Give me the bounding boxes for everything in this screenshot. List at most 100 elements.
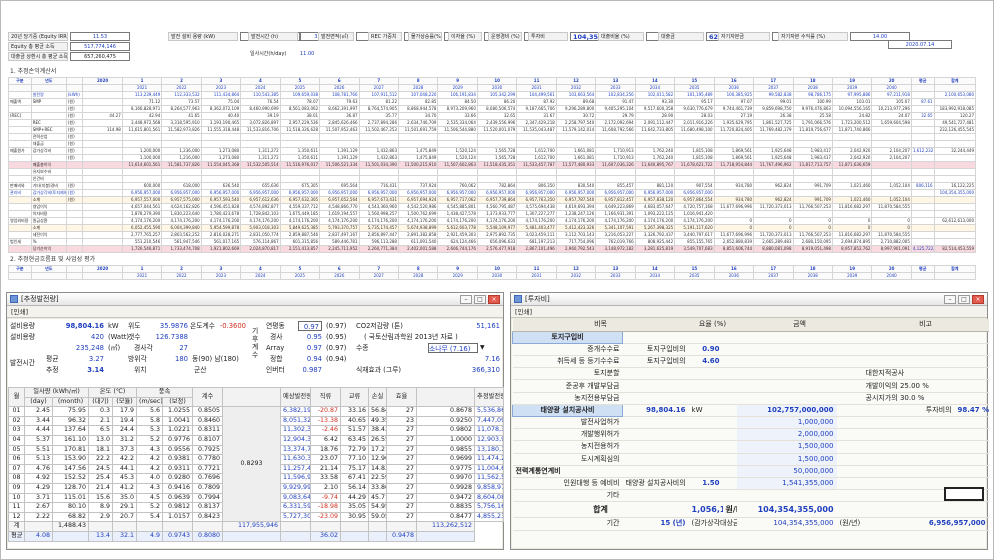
year-cell: 2038: [792, 272, 833, 280]
amount-cell[interactable]: [736, 392, 837, 405]
rate-value[interactable]: [688, 489, 723, 503]
monthly-total-row: 계 1,488.43 117,955,946 113,262,512: [8, 521, 504, 532]
generation-parameters: 설비용량 98,804.16 kW 위도 35.9876 온도계수 -0.360…: [8, 319, 504, 387]
rate-value[interactable]: 4.60: [688, 355, 723, 369]
monthly-cell: 0.9775: [416, 463, 476, 475]
period-years[interactable]: 15 (년): [622, 517, 689, 531]
avg-cell: [910, 119, 935, 127]
value-cell: [871, 126, 912, 134]
minimize-button[interactable]: –: [460, 294, 472, 304]
monthly-cell: 5.2: [136, 434, 164, 446]
amount-cell[interactable]: [736, 355, 837, 369]
maximize-button[interactable]: □: [474, 294, 486, 304]
rate-value[interactable]: [688, 379, 723, 393]
dropdown-chevron-icon[interactable]: ▼: [480, 343, 485, 353]
row-label: 발전량: [30, 91, 67, 99]
header-cell: [222, 386, 282, 408]
close-button[interactable]: ×: [488, 294, 500, 304]
loan-income-value[interactable]: 657,260,475: [70, 52, 130, 61]
value-cell: 76.54: [240, 98, 281, 106]
monthly-cell: 4.2: [136, 454, 164, 465]
value-cell: 2,921,459,303: [437, 231, 478, 239]
rate-value[interactable]: [688, 453, 723, 466]
summary-label: 대출금: [658, 32, 704, 41]
rate-value[interactable]: 0.90: [688, 343, 723, 357]
monthly-cell: 13,374,741: [280, 444, 312, 456]
cost-row: 태양광 설치공사비 98,804.16 kW 102,757,000,000 투자비의 9…: [512, 403, 989, 418]
year-index-cell: 13: [595, 265, 636, 273]
rate-value[interactable]: [688, 392, 723, 405]
amount-cell[interactable]: 50,000,000: [736, 464, 837, 478]
summary-value[interactable]: 2020.07.14: [888, 40, 952, 49]
rate-value[interactable]: 1.50: [688, 477, 723, 491]
amount-cell[interactable]: [736, 367, 837, 381]
capacity-value: 98,804.16: [65, 322, 104, 330]
value-cell: 1,200,000: [121, 147, 163, 155]
value-cell: 6,957,694,924: [397, 196, 439, 204]
rate-value[interactable]: [688, 416, 723, 430]
cost-row: 기타: [512, 489, 989, 503]
amount-cell[interactable]: [736, 489, 837, 503]
maximize-button[interactable]: □: [958, 294, 970, 304]
amount-cell[interactable]: 2,000,000: [736, 428, 837, 442]
value-cell: 2,104,207: [871, 147, 912, 155]
empty-input-box[interactable]: [944, 487, 984, 501]
summary-value[interactable]: 11.53: [70, 32, 130, 41]
monthly-cell: 4.44: [24, 425, 53, 436]
empty-cell: [722, 440, 737, 454]
equity-income-value[interactable]: 517,774,146: [70, 42, 130, 51]
value-cell: 110,543,385: [240, 91, 281, 99]
monthly-cell: 0.9472: [416, 492, 476, 504]
header-cell: 교류: [340, 386, 370, 408]
value-cell: [595, 168, 636, 176]
avg-cell: 87.61: [910, 98, 935, 106]
value-cell: [279, 168, 321, 176]
value-cell: [516, 175, 557, 183]
monthly-cell: -9.74: [310, 492, 342, 504]
corr-input[interactable]: 0.97: [298, 321, 322, 331]
value-cell: 1,780,423,678: [200, 210, 242, 218]
avg-cell: [910, 210, 935, 218]
location-value: 군산: [194, 366, 207, 374]
value-cell: 3,072,826,897: [240, 119, 281, 127]
table-row: 매출총이익 11,614,601,561 11,581,737,826 11,554,…: [8, 161, 977, 169]
value-cell: [476, 175, 518, 183]
value-cell: 11,533,816,706: [240, 126, 281, 134]
rate-value[interactable]: [688, 428, 723, 442]
amount-cell[interactable]: 1,500,000: [736, 452, 837, 466]
print-tab[interactable]: [인쇄]: [511, 306, 987, 318]
empty-cell: [954, 331, 989, 344]
value-cell: 2,024,870,817: [240, 245, 281, 253]
rate-value[interactable]: [688, 367, 723, 381]
close-button[interactable]: ×: [972, 294, 984, 304]
minimize-button[interactable]: –: [944, 294, 956, 304]
value-cell: 6,956,957,000: [516, 189, 557, 197]
summary-label: 이자율 (%): [448, 32, 482, 41]
amount-cell[interactable]: 1,541,355,000: [736, 476, 837, 491]
value-cell: 6,957,632,305: [279, 196, 321, 204]
row-label: SMP: [30, 98, 67, 106]
row-group: [8, 245, 32, 253]
value-cell: [753, 140, 794, 148]
table-row: 세전이익 2,777,765,257 2,803,562,252 2,816,028,…: [8, 231, 977, 239]
value-cell: 737,924: [397, 182, 439, 190]
value-cell: 11,718,954,844: [713, 161, 755, 169]
print-tab[interactable]: [인쇄]: [7, 306, 503, 318]
table-row: 매출원가 감가상각비 (원) 1,200,000 1,236,000 1,273,080 1…: [8, 147, 977, 155]
year-cell: 2033: [595, 84, 636, 92]
row-label: [30, 112, 67, 120]
tree-select[interactable]: 소나무 (7.16): [428, 343, 478, 353]
amount-cell[interactable]: 1,500,000: [736, 440, 837, 454]
rate-value[interactable]: [688, 440, 723, 454]
value-cell: 2,957,229,536: [279, 119, 321, 127]
total-cell: 232,126,455,545: [933, 126, 977, 134]
coef-cell: 0.8505: [192, 406, 224, 417]
amount-cell[interactable]: 1,000,000: [736, 415, 837, 430]
amount-cell[interactable]: [736, 343, 837, 357]
value-cell: 11,506,544,880: [437, 126, 478, 134]
amount-cell[interactable]: 102,757,000,000: [736, 403, 837, 418]
amount-cell[interactable]: [736, 379, 837, 393]
monthly-cell: 4,855,239: [474, 511, 504, 523]
monthly-cell: 38.43: [368, 425, 388, 436]
average-cell: [222, 530, 282, 542]
